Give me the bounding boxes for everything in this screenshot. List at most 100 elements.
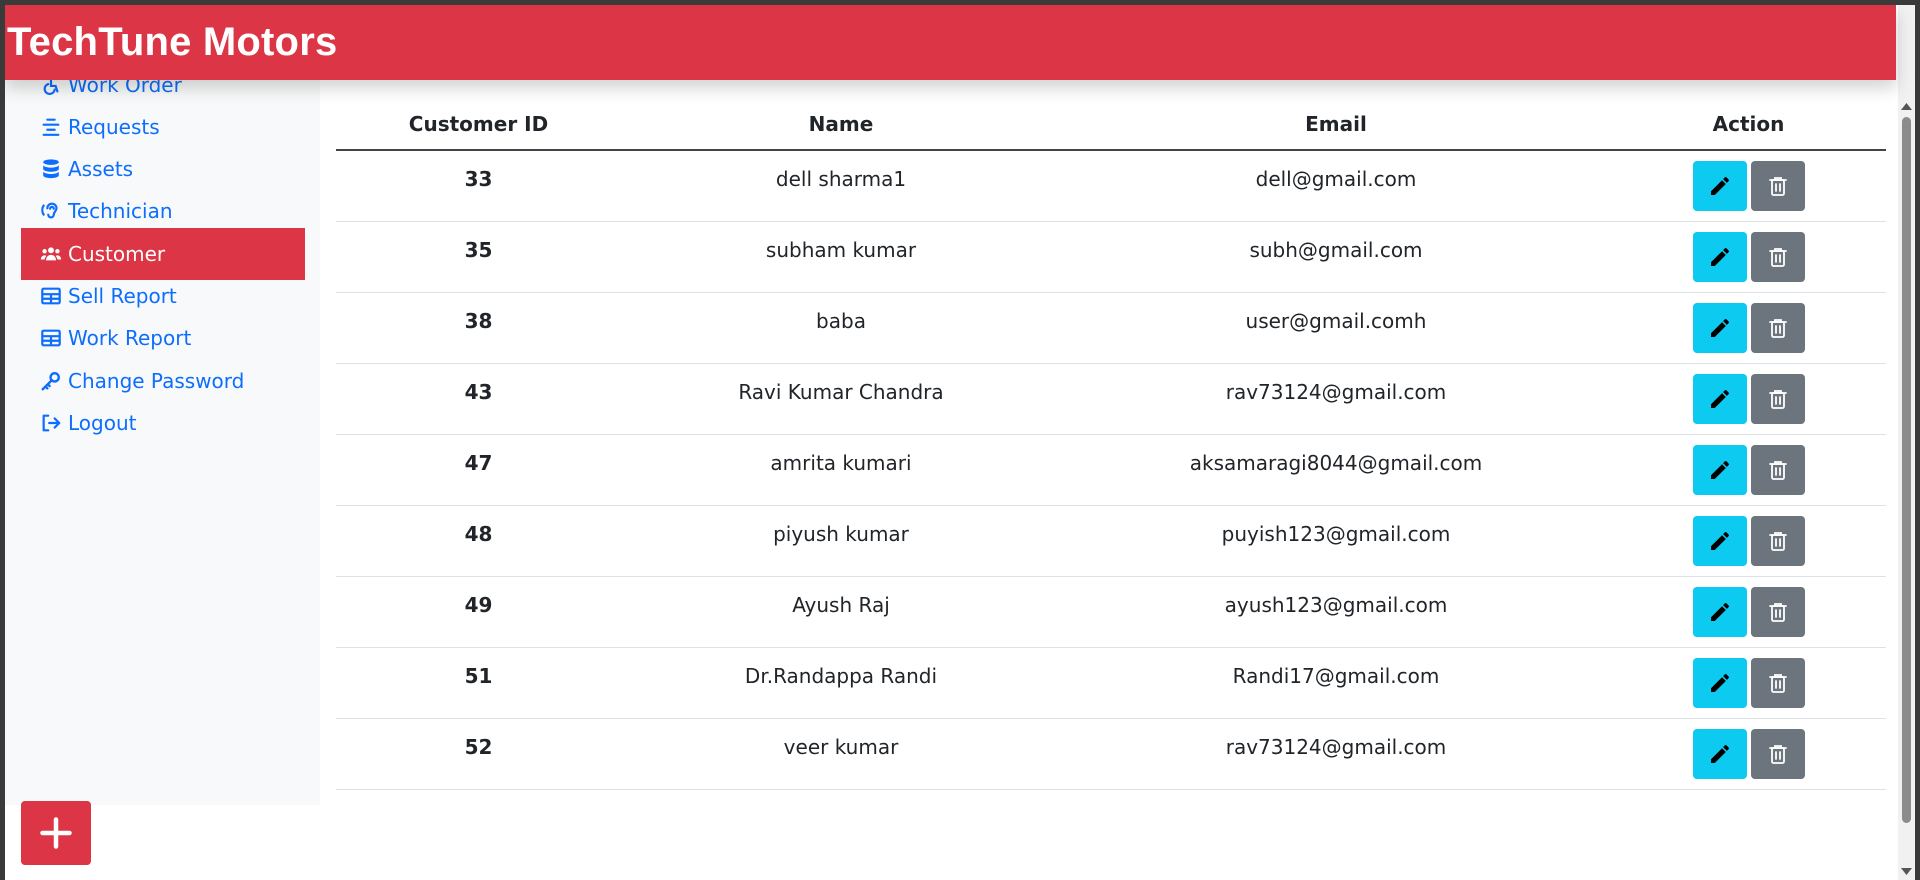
customer-id-cell: 38 [336, 292, 621, 364]
sidebar-item-label: Customer [68, 242, 166, 266]
pencil-icon [1708, 387, 1732, 411]
align-center-icon [42, 118, 60, 136]
action-cell [1611, 434, 1886, 506]
table-header-row: Customer ID Name Email Action [336, 80, 1886, 151]
customer-name-cell: veer kumar [621, 718, 1061, 790]
customer-id-cell: 47 [336, 434, 621, 506]
vertical-scrollbar[interactable] [1898, 5, 1915, 880]
delete-button[interactable] [1750, 373, 1805, 424]
scroll-up-arrow-icon[interactable] [1901, 99, 1912, 113]
customer-email-cell: subh@gmail.com [1061, 221, 1611, 293]
edit-button[interactable] [1692, 302, 1747, 353]
action-cell [1611, 718, 1886, 790]
edit-button[interactable] [1692, 657, 1747, 708]
table-icon [41, 287, 61, 305]
trash-icon [1766, 529, 1790, 553]
delete-button[interactable] [1750, 515, 1805, 566]
delete-button[interactable] [1750, 302, 1805, 353]
table-row: 47 amrita kumari aksamaragi8044@gmail.com [336, 434, 1886, 506]
edit-button[interactable] [1692, 373, 1747, 424]
browser-window: TechTune Motors Work Order Requests Asse… [5, 5, 1915, 880]
trash-icon [1766, 742, 1790, 766]
trash-icon [1766, 671, 1790, 695]
ear-listen-icon [41, 202, 58, 219]
customer-name-cell: piyush kumar [621, 505, 1061, 577]
customer-email-cell: user@gmail.comh [1061, 292, 1611, 364]
customer-name-cell: Ayush Raj [621, 576, 1061, 648]
trash-icon [1766, 600, 1790, 624]
brand-title[interactable]: TechTune Motors [5, 20, 337, 65]
customer-name-cell: baba [621, 292, 1061, 364]
sign-out-icon [42, 414, 61, 432]
customer-id-cell: 35 [336, 221, 621, 293]
action-cell [1611, 363, 1886, 435]
sidebar-item-label: Requests [68, 115, 160, 139]
main-content: Customer ID Name Email Action 33 dell sha… [336, 80, 1886, 790]
edit-button[interactable] [1692, 444, 1747, 495]
scroll-down-arrow-icon[interactable] [1901, 865, 1912, 879]
delete-button[interactable] [1750, 657, 1805, 708]
delete-button[interactable] [1750, 444, 1805, 495]
table-row: 33 dell sharma1 dell@gmail.com [336, 150, 1886, 222]
customer-name-cell: subham kumar [621, 221, 1061, 293]
customer-email-cell: puyish123@gmail.com [1061, 505, 1611, 577]
sidebar-item-label: Change Password [68, 369, 245, 393]
customer-email-cell: Randi17@gmail.com [1061, 647, 1611, 719]
scrollbar-thumb[interactable] [1902, 117, 1911, 823]
action-cell [1611, 647, 1886, 719]
delete-button[interactable] [1750, 231, 1805, 282]
customer-email-cell: ayush123@gmail.com [1061, 576, 1611, 648]
column-header-action: Action [1611, 80, 1886, 151]
customer-name-cell: Dr.Randappa Randi [621, 647, 1061, 719]
table-row: 48 piyush kumar puyish123@gmail.com [336, 505, 1886, 577]
add-customer-button[interactable] [21, 801, 91, 865]
customer-email-cell: rav73124@gmail.com [1061, 363, 1611, 435]
action-cell [1611, 505, 1886, 577]
action-cell [1611, 292, 1886, 364]
customer-id-cell: 33 [336, 150, 621, 222]
key-icon [41, 372, 60, 391]
edit-button[interactable] [1692, 231, 1747, 282]
customer-table: Customer ID Name Email Action 33 dell sha… [336, 80, 1886, 790]
users-icon [40, 247, 62, 261]
pencil-icon [1708, 458, 1732, 482]
edit-button[interactable] [1692, 515, 1747, 566]
sidebar-item-label: Work Report [68, 326, 192, 350]
edit-button[interactable] [1692, 728, 1747, 779]
pencil-icon [1708, 529, 1732, 553]
table-row: 52 veer kumar rav73124@gmail.com [336, 718, 1886, 790]
column-header-email: Email [1061, 80, 1611, 151]
edit-button[interactable] [1692, 160, 1747, 211]
edit-button[interactable] [1692, 586, 1747, 637]
column-header-customer-id: Customer ID [336, 80, 621, 151]
customer-email-cell: rav73124@gmail.com [1061, 718, 1611, 790]
customer-email-cell: aksamaragi8044@gmail.com [1061, 434, 1611, 506]
action-cell [1611, 576, 1886, 648]
top-navbar: TechTune Motors [5, 5, 1896, 80]
table-icon [41, 329, 61, 347]
plus-icon [40, 817, 72, 849]
table-row: 49 Ayush Raj ayush123@gmail.com [336, 576, 1886, 648]
delete-button[interactable] [1750, 586, 1805, 637]
delete-button[interactable] [1750, 160, 1805, 211]
trash-icon [1766, 245, 1790, 269]
sidebar-item-label: Assets [68, 157, 134, 181]
pencil-icon [1708, 316, 1732, 340]
sidebar-item-label: Logout [68, 411, 137, 435]
table-row: 43 Ravi Kumar Chandra rav73124@gmail.com [336, 363, 1886, 435]
customer-id-cell: 43 [336, 363, 621, 435]
table-row: 38 baba user@gmail.comh [336, 292, 1886, 364]
trash-icon [1766, 387, 1790, 411]
sidebar-item-label: Sell Report [68, 284, 177, 308]
customer-id-cell: 51 [336, 647, 621, 719]
delete-button[interactable] [1750, 728, 1805, 779]
pencil-icon [1708, 245, 1732, 269]
action-cell [1611, 150, 1886, 222]
trash-icon [1766, 174, 1790, 198]
trash-icon [1766, 316, 1790, 340]
customer-email-cell: dell@gmail.com [1061, 150, 1611, 222]
table-body: 33 dell sharma1 dell@gmail.com 35 subham kum… [336, 150, 1886, 790]
sidebar-item-logout[interactable]: Logout [21, 397, 305, 449]
column-header-name: Name [621, 80, 1061, 151]
pencil-icon [1708, 174, 1732, 198]
